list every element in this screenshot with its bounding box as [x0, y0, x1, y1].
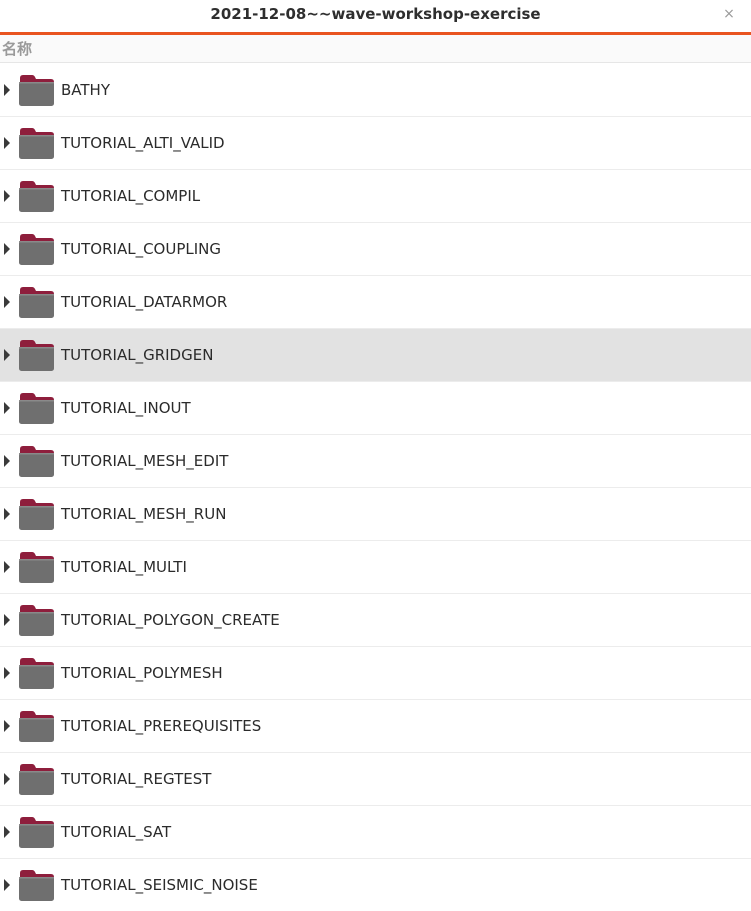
folder-icon	[19, 393, 54, 424]
folder-icon	[19, 552, 54, 583]
title-bar: 2021-12-08~~wave-workshop-exercise ×	[0, 0, 751, 32]
expander-triangle-icon[interactable]	[4, 84, 10, 96]
expander-triangle-icon[interactable]	[4, 773, 10, 785]
expander-triangle-icon[interactable]	[4, 402, 10, 414]
folder-row[interactable]: TUTORIAL_ALTI_VALID	[0, 117, 751, 170]
file-browser-window: 2021-12-08~~wave-workshop-exercise × 名称 …	[0, 0, 751, 911]
window-title: 2021-12-08~~wave-workshop-exercise	[210, 5, 541, 23]
folder-row[interactable]: TUTORIAL_MESH_EDIT	[0, 435, 751, 488]
folder-name: TUTORIAL_ALTI_VALID	[61, 134, 225, 152]
folder-name: TUTORIAL_MESH_EDIT	[61, 452, 229, 470]
folder-row[interactable]: TUTORIAL_SEISMIC_NOISE	[0, 859, 751, 911]
expander-triangle-icon[interactable]	[4, 561, 10, 573]
expander-triangle-icon[interactable]	[4, 349, 10, 361]
column-header-name[interactable]: 名称	[0, 35, 751, 63]
folder-name: BATHY	[61, 81, 110, 99]
folder-name: TUTORIAL_SEISMIC_NOISE	[61, 876, 258, 894]
folder-name: TUTORIAL_INOUT	[61, 399, 191, 417]
folder-icon	[19, 499, 54, 530]
folder-name: TUTORIAL_COMPIL	[61, 187, 201, 205]
folder-list: BATHY TUTORIAL_ALTI_VALID TUTORIAL_COMPIL T…	[0, 64, 751, 911]
folder-row[interactable]: TUTORIAL_COUPLING	[0, 223, 751, 276]
expander-triangle-icon[interactable]	[4, 190, 10, 202]
folder-row[interactable]: TUTORIAL_MESH_RUN	[0, 488, 751, 541]
folder-row[interactable]: TUTORIAL_INOUT	[0, 382, 751, 435]
folder-icon	[19, 340, 54, 371]
folder-icon	[19, 234, 54, 265]
folder-name: TUTORIAL_REGTEST	[61, 770, 212, 788]
folder-icon	[19, 128, 54, 159]
folder-name: TUTORIAL_GRIDGEN	[61, 346, 214, 364]
folder-name: TUTORIAL_SAT	[61, 823, 172, 841]
folder-row[interactable]: TUTORIAL_MULTI	[0, 541, 751, 594]
folder-icon	[19, 870, 54, 901]
folder-icon	[19, 181, 54, 212]
folder-row[interactable]: TUTORIAL_POLYMESH	[0, 647, 751, 700]
folder-icon	[19, 658, 54, 689]
folder-row[interactable]: TUTORIAL_REGTEST	[0, 753, 751, 806]
folder-name: TUTORIAL_POLYMESH	[61, 664, 223, 682]
folder-icon	[19, 711, 54, 742]
column-header-label: 名称	[2, 40, 33, 58]
folder-name: TUTORIAL_POLYGON_CREATE	[61, 611, 280, 629]
expander-triangle-icon[interactable]	[4, 137, 10, 149]
expander-triangle-icon[interactable]	[4, 243, 10, 255]
folder-icon	[19, 446, 54, 477]
folder-icon	[19, 605, 54, 636]
expander-triangle-icon[interactable]	[4, 614, 10, 626]
folder-row[interactable]: TUTORIAL_GRIDGEN	[0, 329, 751, 382]
folder-row[interactable]: TUTORIAL_DATARMOR	[0, 276, 751, 329]
folder-name: TUTORIAL_COUPLING	[61, 240, 222, 258]
folder-row[interactable]: TUTORIAL_PREREQUISITES	[0, 700, 751, 753]
folder-row[interactable]: TUTORIAL_POLYGON_CREATE	[0, 594, 751, 647]
folder-icon	[19, 287, 54, 318]
folder-icon	[19, 817, 54, 848]
expander-triangle-icon[interactable]	[4, 667, 10, 679]
folder-icon	[19, 764, 54, 795]
folder-row[interactable]: TUTORIAL_SAT	[0, 806, 751, 859]
folder-name: TUTORIAL_MESH_RUN	[61, 505, 227, 523]
folder-row[interactable]: TUTORIAL_COMPIL	[0, 170, 751, 223]
expander-triangle-icon[interactable]	[4, 508, 10, 520]
folder-name: TUTORIAL_DATARMOR	[61, 293, 228, 311]
folder-name: TUTORIAL_PREREQUISITES	[61, 717, 262, 735]
expander-triangle-icon[interactable]	[4, 826, 10, 838]
expander-triangle-icon[interactable]	[4, 720, 10, 732]
folder-row[interactable]: BATHY	[0, 64, 751, 117]
expander-triangle-icon[interactable]	[4, 296, 10, 308]
folder-icon	[19, 75, 54, 106]
close-button[interactable]: ×	[719, 4, 739, 24]
folder-name: TUTORIAL_MULTI	[61, 558, 187, 576]
expander-triangle-icon[interactable]	[4, 455, 10, 467]
expander-triangle-icon[interactable]	[4, 879, 10, 891]
